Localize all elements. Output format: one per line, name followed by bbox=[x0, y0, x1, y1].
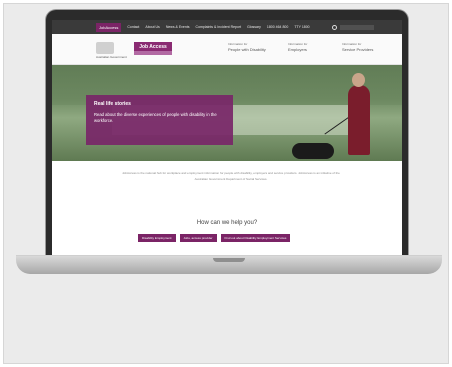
help-button-row: Disability Employment Jobs, access provi… bbox=[138, 234, 291, 242]
header-nav-small: Information for bbox=[228, 42, 248, 46]
header-nav-label: Service Providers bbox=[342, 47, 374, 52]
hero-description: Read about the diverse experiences of pe… bbox=[94, 112, 217, 123]
nav-phone[interactable]: 1800 464 800 bbox=[267, 25, 288, 29]
site-logo[interactable]: Job Access bbox=[134, 42, 172, 51]
search-input[interactable] bbox=[332, 24, 374, 30]
laptop-notch bbox=[213, 258, 245, 262]
top-nav-bar: JobAccess Contact About Us News & Events… bbox=[52, 20, 402, 34]
header-nav-people-with-disability[interactable]: Information for People with Disability bbox=[228, 42, 266, 52]
hero-person-head bbox=[352, 73, 365, 87]
site-header: Australian Government Job Access Informa… bbox=[52, 34, 402, 65]
help-button-2[interactable]: Jobs, access provider bbox=[179, 234, 217, 242]
nav-about-us[interactable]: About Us bbox=[145, 25, 159, 29]
laptop-screen: JobAccess Contact About Us News & Events… bbox=[52, 20, 402, 256]
hero-dog bbox=[292, 143, 334, 159]
hero-title: Real life stories bbox=[94, 101, 131, 107]
help-button-1[interactable]: Disability Employment bbox=[138, 234, 176, 242]
intro-text: JobAccess is the national hub for workpl… bbox=[122, 171, 340, 181]
header-nav-small: Information for bbox=[288, 42, 308, 46]
header-nav-employers[interactable]: Information for Employers bbox=[288, 42, 307, 52]
jobaccess-badge[interactable]: JobAccess bbox=[96, 22, 122, 32]
nav-complaints[interactable]: Complaints & Incident Report bbox=[196, 25, 242, 29]
help-heading: How can we help you? bbox=[196, 220, 258, 226]
logo-underline bbox=[134, 51, 172, 55]
header-nav-label: Employers bbox=[288, 47, 307, 52]
nav-glossary[interactable]: Glossary bbox=[247, 25, 261, 29]
header-nav-small: Information for bbox=[342, 42, 362, 46]
header-nav-service-providers[interactable]: Information for Service Providers bbox=[342, 42, 373, 52]
help-button-3[interactable]: Find out about Disability Employment Ser… bbox=[220, 234, 291, 242]
nav-contact[interactable]: Contact bbox=[127, 25, 139, 29]
hero-overlay[interactable]: Real life stories Read about the diverse… bbox=[86, 95, 233, 145]
crest-label: Australian Government bbox=[96, 55, 127, 59]
nav-news-events[interactable]: News & Events bbox=[166, 25, 190, 29]
hero-banner: Real life stories Read about the diverse… bbox=[52, 65, 402, 161]
hero-person bbox=[348, 85, 370, 155]
government-crest-icon bbox=[96, 42, 114, 54]
nav-tty[interactable]: TTY 1800 bbox=[294, 25, 309, 29]
header-nav-label: People with Disability bbox=[228, 47, 266, 52]
search-icon[interactable] bbox=[332, 24, 337, 30]
